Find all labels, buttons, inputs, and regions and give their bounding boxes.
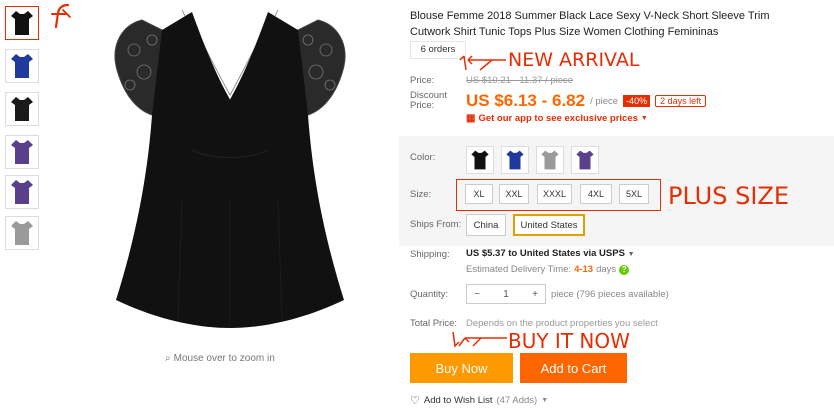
buy-now-button[interactable]: Buy Now: [410, 353, 513, 383]
shirt-icon: [541, 150, 559, 170]
quantity-available: piece (796 pieces available): [551, 289, 669, 300]
current-price: US $6.13 - 6.82: [466, 91, 586, 110]
color-label: Color:: [410, 152, 436, 163]
size-5xl[interactable]: 5XL: [619, 184, 649, 204]
plus-size-annotation: PLUS SIZE: [668, 182, 789, 210]
ships-from-label: Ships From:: [410, 219, 462, 230]
thumbnail-4[interactable]: [5, 135, 39, 169]
color-swatch-3[interactable]: [536, 146, 564, 174]
brand-logo: [51, 3, 71, 29]
zoom-hint: ⌕ Mouse over to zoom in: [165, 353, 275, 364]
discount-badge: -40%: [623, 95, 651, 107]
shirt-icon: [576, 150, 594, 170]
wish-list-text: Add to Wish List: [423, 395, 493, 406]
size-xxxl[interactable]: XXXL: [537, 184, 572, 204]
size-xxl[interactable]: XXL: [499, 184, 529, 204]
quantity-plus-button[interactable]: +: [525, 289, 545, 300]
shipping-label: Shipping:: [410, 249, 450, 260]
quantity-label: Quantity:: [410, 289, 449, 300]
thumbnail-5[interactable]: [5, 175, 39, 209]
shirt-icon: [506, 150, 524, 170]
thumbnail-6[interactable]: [5, 216, 39, 250]
main-product-image[interactable]: [82, 0, 378, 350]
per-piece-label: / piece: [590, 95, 619, 107]
product-title: Blouse Femme 2018 Summer Black Lace Sexy…: [410, 10, 770, 38]
thumbnail-2[interactable]: [5, 49, 39, 83]
shipping-method-text: US $5.37 to United States via USPS: [466, 248, 625, 259]
shirt-icon: [11, 180, 33, 204]
size-4xl[interactable]: 4XL: [580, 184, 612, 204]
qr-code-icon: ▦: [466, 113, 476, 124]
thumbnail-1[interactable]: [5, 6, 39, 40]
arrow-icon: [452, 331, 507, 348]
shirt-icon: [11, 54, 33, 78]
zoom-hint-text: Mouse over to zoom in: [173, 353, 275, 364]
shirt-icon: [471, 150, 489, 170]
color-swatch-2[interactable]: [501, 146, 529, 174]
arrow-icon: [459, 55, 506, 71]
size-label: Size:: [410, 189, 432, 200]
wish-count: (47 Adds): [496, 395, 538, 406]
ships-from-united-states[interactable]: United States: [513, 214, 585, 236]
chevron-down-icon: ▼: [640, 115, 648, 122]
search-icon: ⌕: [165, 353, 171, 364]
price-area: US $6.13 - 6.82 / piece -40% 2 days left: [466, 91, 707, 111]
app-promo-text: Get our app to see exclusive prices: [478, 113, 638, 124]
shirt-icon: [11, 140, 33, 164]
delivery-suffix: days: [596, 264, 617, 275]
discount-price-label: Discount Price:: [410, 90, 447, 111]
delivery-prefix: Estimated Delivery Time:: [466, 264, 572, 275]
price-label: Price:: [410, 75, 435, 86]
original-price: US $10.21 - 11.37 / piece: [466, 75, 574, 86]
thumbnail-3[interactable]: [5, 92, 39, 126]
shirt-icon: [11, 97, 33, 121]
color-swatch-1[interactable]: [466, 146, 494, 174]
heart-icon: ♡: [410, 395, 420, 407]
days-left-badge: 2 days left: [655, 95, 707, 107]
shirt-icon: [11, 11, 33, 35]
wish-list-link[interactable]: ♡ Add to Wish List (47 Adds) ▼: [410, 394, 548, 407]
color-swatch-4[interactable]: [571, 146, 599, 174]
delivery-time: Estimated Delivery Time: 4-13 days ?: [466, 264, 630, 275]
quantity-minus-button[interactable]: −: [467, 289, 487, 300]
shipping-method[interactable]: US $5.37 to United States via USPS ▼: [466, 248, 635, 259]
shirt-icon: [11, 221, 33, 245]
chevron-down-icon: ▼: [541, 397, 549, 404]
size-xl[interactable]: XL: [465, 184, 493, 204]
app-promo-link[interactable]: ▦ Get our app to see exclusive prices ▼: [466, 113, 648, 124]
ships-from-china[interactable]: China: [466, 214, 506, 236]
chevron-down-icon: ▼: [627, 251, 635, 258]
buy-it-now-annotation: BUY IT NOW: [508, 329, 630, 353]
new-arrival-annotation: NEW ARRIVAL: [508, 49, 640, 71]
question-icon[interactable]: ?: [619, 264, 630, 275]
add-to-cart-button[interactable]: Add to Cart: [520, 353, 627, 383]
quantity-input[interactable]: 1: [496, 289, 516, 300]
quantity-stepper: − 1 +: [466, 284, 546, 304]
delivery-days: 4-13: [574, 264, 594, 275]
